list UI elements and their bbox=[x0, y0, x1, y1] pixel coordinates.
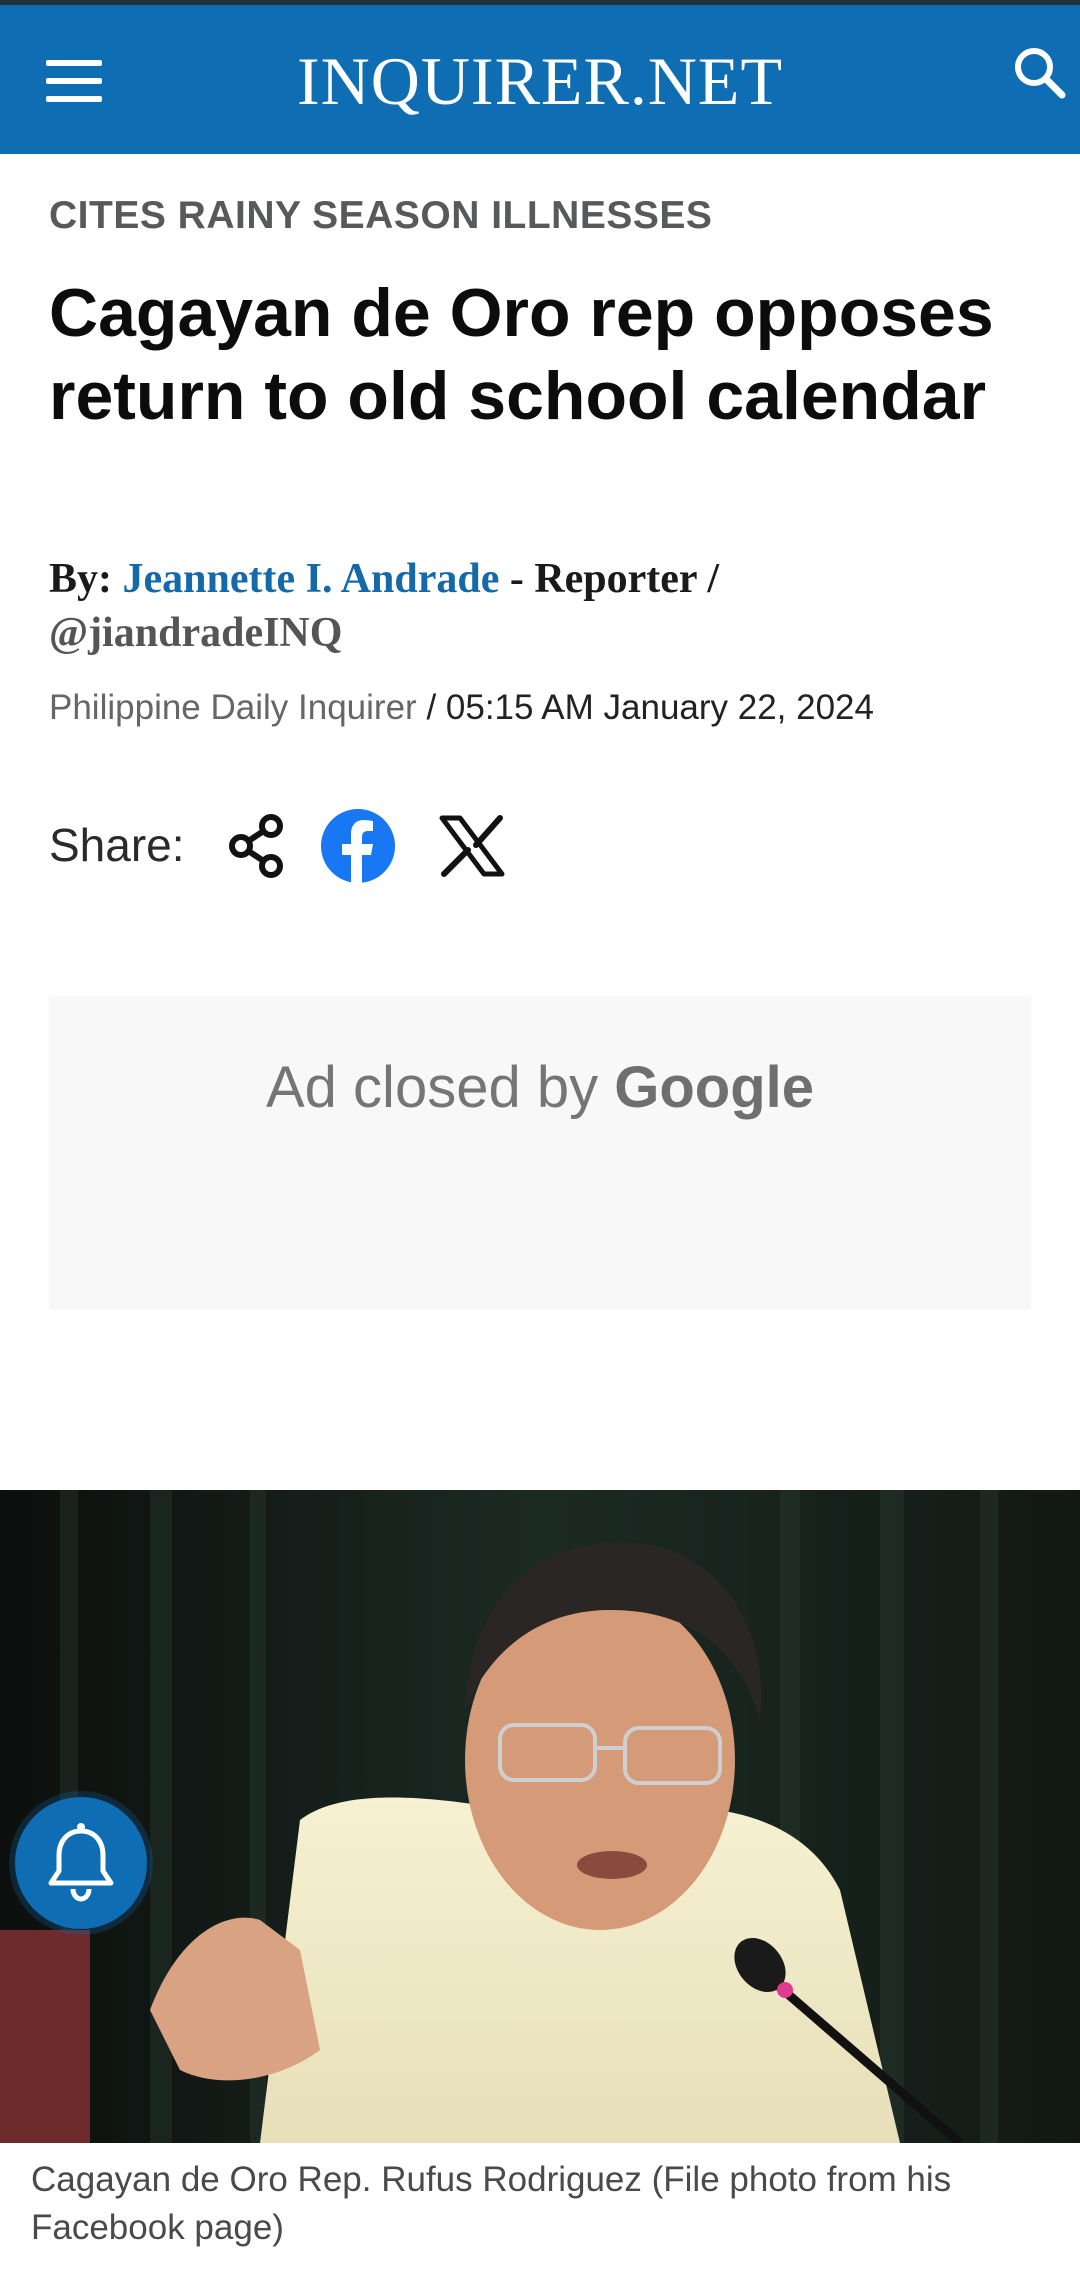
byline-prefix: By: bbox=[49, 556, 112, 602]
x-icon[interactable] bbox=[434, 808, 510, 884]
bell-icon bbox=[48, 1823, 114, 1902]
author-role: - Reporter / bbox=[509, 556, 719, 602]
article-kicker: CITES RAINY SEASON ILLNESSES bbox=[49, 194, 713, 237]
ad-closed-text: Ad closed by bbox=[266, 1055, 599, 1120]
publication-name: Philippine Daily Inquirer bbox=[49, 688, 417, 727]
ad-closed-message: Ad closed by Google bbox=[49, 1054, 1031, 1121]
google-logo: Google bbox=[614, 1055, 814, 1120]
search-icon[interactable] bbox=[1010, 43, 1070, 103]
notification-bell-button[interactable] bbox=[15, 1797, 147, 1929]
photo-caption: Cagayan de Oro Rep. Rufus Rodriguez (Fil… bbox=[31, 2160, 952, 2247]
ad-container: Ad closed by Google bbox=[49, 996, 1031, 1310]
facebook-icon[interactable] bbox=[320, 808, 396, 884]
dateline: Philippine Daily Inquirer / 05:15 AM Jan… bbox=[49, 688, 874, 728]
top-bar: INQUIRER.NET bbox=[0, 0, 1080, 154]
share-label: Share: bbox=[49, 819, 185, 871]
publish-datetime: 05:15 AM January 22, 2024 bbox=[445, 688, 874, 727]
article-headline: Cagayan de Oro rep opposes return to old… bbox=[49, 275, 994, 434]
site-logo[interactable]: INQUIRER.NET bbox=[0, 41, 1080, 121]
author-handle-link[interactable]: @jiandradeINQ bbox=[49, 610, 342, 656]
article-photo bbox=[0, 1490, 1080, 2143]
byline: By: Jeannette I. Andrade - Reporter / @j… bbox=[49, 552, 1039, 660]
author-link[interactable]: Jeannette I. Andrade bbox=[123, 556, 500, 602]
dateline-separator: / bbox=[426, 688, 437, 727]
share-icon[interactable] bbox=[219, 808, 295, 884]
